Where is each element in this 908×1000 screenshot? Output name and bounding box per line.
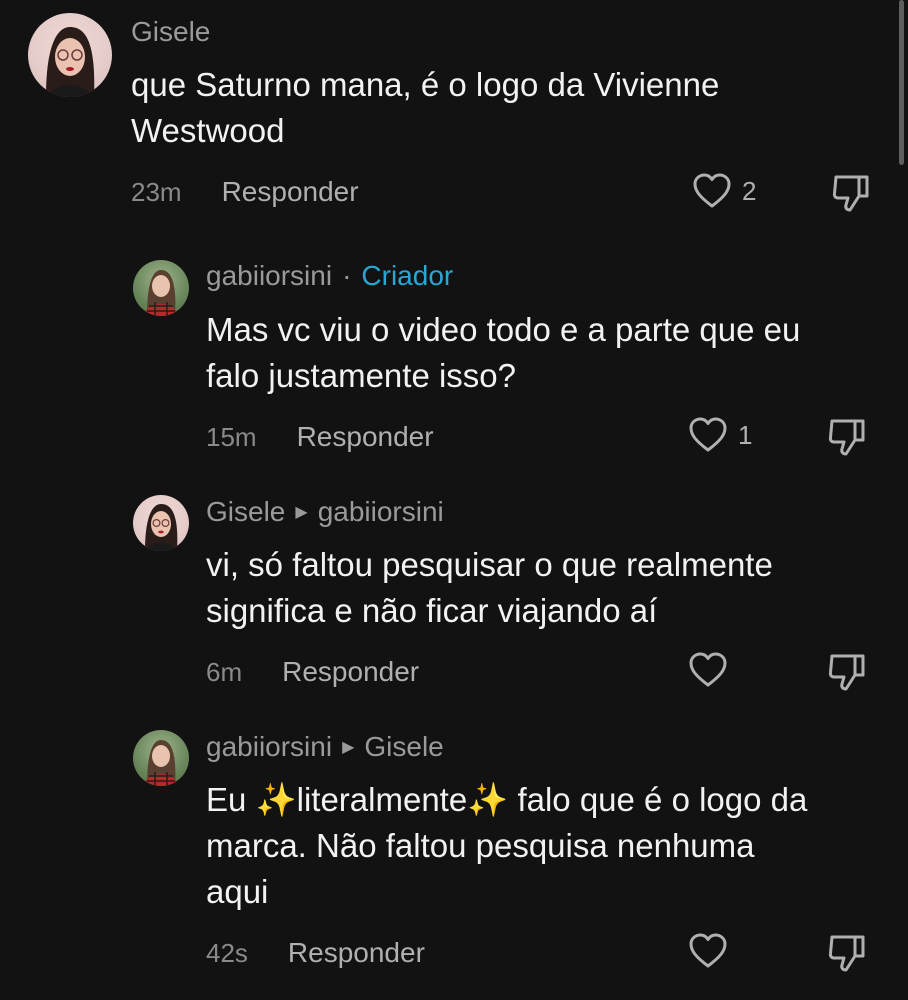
thumbs-down-outline-icon — [828, 419, 865, 456]
avatar-portrait-icon — [143, 740, 179, 786]
like-button[interactable]: 1 — [688, 416, 752, 454]
username-text[interactable]: Gisele — [206, 496, 285, 528]
thumbs-down-outline-icon — [828, 654, 865, 691]
heart-outline-icon — [689, 417, 727, 452]
username-text[interactable]: gabiiorsini — [206, 260, 332, 292]
like-button[interactable] — [688, 932, 728, 970]
comment-username[interactable]: Gisele — [131, 16, 210, 48]
comment-username: gabiiorsini · Criador — [206, 260, 453, 292]
comment-timestamp: 42s — [206, 937, 248, 968]
triangle-right-icon: ▶ — [342, 739, 355, 756]
heart-outline-icon — [689, 933, 727, 968]
like-button[interactable] — [688, 651, 728, 689]
comment-text: que Saturno mana, é o logo da Vivienne W… — [131, 66, 720, 149]
reply-button[interactable]: Responder — [288, 937, 425, 969]
creator-badge: Criador — [361, 260, 454, 291]
like-count: 2 — [742, 175, 757, 206]
scrollbar[interactable] — [899, 0, 904, 165]
triangle-right-icon: ▶ — [295, 504, 308, 521]
dislike-button[interactable] — [826, 416, 868, 458]
avatar-gisele[interactable] — [28, 13, 112, 97]
dislike-button[interactable] — [826, 932, 868, 974]
thumbs-down-outline-icon — [832, 175, 869, 212]
separator-dot: · — [342, 260, 352, 291]
comment-text: vi, só faltou pesquisar o que realmente … — [206, 546, 773, 629]
reply-to-username[interactable]: Gisele — [364, 731, 443, 763]
comment-meta: 15m Responder — [206, 421, 434, 453]
like-count: 1 — [738, 419, 753, 450]
heart-outline-icon — [693, 173, 731, 208]
username-text[interactable]: gabiiorsini — [206, 731, 332, 763]
comment-timestamp: 15m — [206, 421, 257, 452]
avatar-portrait-icon — [145, 504, 178, 551]
thumbs-down-outline-icon — [828, 935, 865, 972]
comment-timestamp: 6m — [206, 656, 243, 687]
heart-outline-icon — [689, 652, 727, 687]
username-text[interactable]: Gisele — [131, 16, 210, 48]
avatar-gabiiorsini[interactable] — [133, 260, 189, 316]
reply-button[interactable]: Responder — [222, 176, 359, 208]
avatar-portrait-icon — [46, 27, 95, 97]
like-button[interactable]: 2 — [692, 172, 756, 210]
comment-timestamp: 23m — [131, 176, 182, 207]
comment-text: Mas vc viu o video todo e a parte que eu… — [206, 311, 801, 394]
comment-meta: 42s Responder — [206, 937, 425, 969]
dislike-button[interactable] — [826, 651, 868, 693]
avatar-gisele[interactable] — [133, 495, 189, 551]
reply-button[interactable]: Responder — [282, 656, 419, 688]
comment-username: gabiiorsini ▶ Gisele — [206, 731, 444, 763]
comment-meta: 6m Responder — [206, 656, 419, 688]
avatar-gabiiorsini[interactable] — [133, 730, 189, 786]
reply-button[interactable]: Responder — [297, 421, 434, 453]
comment-username: Gisele ▶ gabiiorsini — [206, 496, 444, 528]
reply-to-username[interactable]: gabiiorsini — [318, 496, 444, 528]
avatar-portrait-icon — [143, 270, 179, 316]
comment-meta: 23m Responder — [131, 176, 359, 208]
comment-text: Eu ✨literalmente✨ falo que é o logo da m… — [206, 781, 808, 910]
dislike-button[interactable] — [830, 172, 872, 214]
